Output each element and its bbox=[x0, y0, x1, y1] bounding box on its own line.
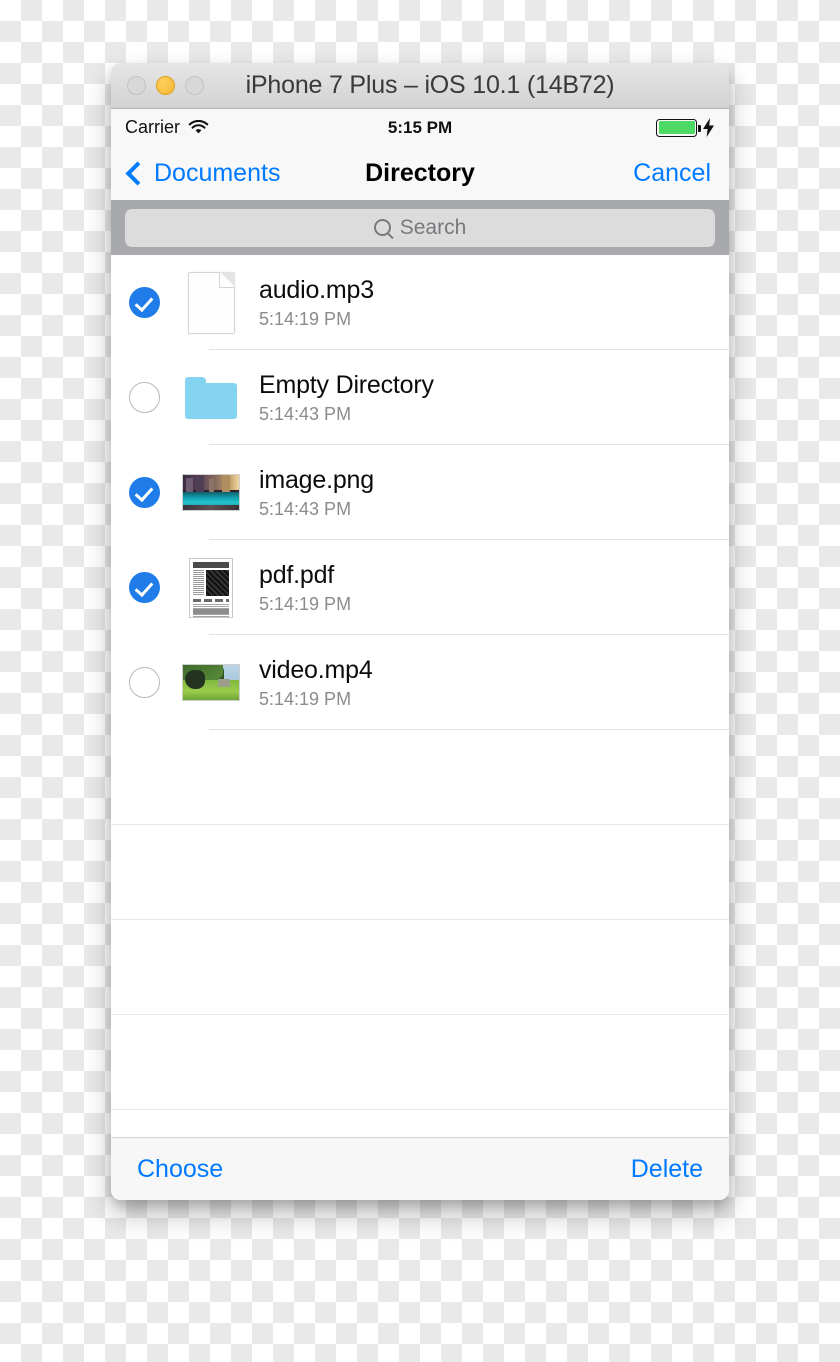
search-icon bbox=[373, 219, 391, 236]
row-checkbox-unchecked[interactable] bbox=[129, 382, 160, 413]
status-bar: Carrier 5:15 PM bbox=[111, 109, 729, 146]
row-checkbox-unchecked[interactable] bbox=[129, 667, 160, 698]
file-name: image.png bbox=[259, 465, 374, 494]
close-button[interactable] bbox=[127, 76, 146, 95]
video-thumbnail bbox=[182, 664, 240, 701]
bottom-toolbar: Choose Delete bbox=[111, 1137, 729, 1200]
file-date: 5:14:19 PM bbox=[259, 688, 352, 709]
empty-list-row bbox=[111, 730, 729, 825]
file-date: 5:14:19 PM bbox=[259, 593, 352, 614]
traffic-light-group bbox=[127, 76, 204, 95]
image-thumbnail bbox=[182, 474, 240, 511]
minimize-button[interactable] bbox=[156, 76, 175, 95]
window-titlebar[interactable]: iPhone 7 Plus – iOS 10.1 (14B72) bbox=[111, 63, 729, 109]
document-icon bbox=[187, 271, 235, 334]
empty-list-row bbox=[111, 920, 729, 1015]
file-name: video.mp4 bbox=[259, 655, 373, 684]
file-labels: video.mp4 5:14:19 PM bbox=[259, 656, 729, 710]
file-icon-wrapper bbox=[182, 363, 240, 433]
row-checkbox-checked[interactable] bbox=[129, 477, 160, 508]
file-date: 5:14:43 PM bbox=[259, 498, 352, 519]
search-input[interactable]: Search bbox=[125, 208, 715, 247]
file-name: pdf.pdf bbox=[259, 560, 335, 589]
file-list: audio.mp3 5:14:19 PM Empty Directory 5:1… bbox=[111, 255, 729, 1137]
battery-icon bbox=[656, 118, 701, 137]
folder-icon bbox=[185, 376, 237, 419]
file-icon-wrapper bbox=[182, 648, 240, 718]
navigation-bar: Documents Directory Cancel bbox=[111, 146, 729, 200]
file-icon-wrapper bbox=[182, 553, 240, 623]
file-labels: Empty Directory 5:14:43 PM bbox=[259, 371, 729, 425]
list-item[interactable]: Empty Directory 5:14:43 PM bbox=[111, 350, 729, 445]
zoom-button[interactable] bbox=[185, 76, 204, 95]
file-date: 5:14:43 PM bbox=[259, 403, 352, 424]
row-checkbox-checked[interactable] bbox=[129, 572, 160, 603]
status-bar-right bbox=[656, 118, 715, 137]
back-button[interactable]: Documents bbox=[125, 158, 281, 188]
chevron-left-icon bbox=[125, 160, 150, 186]
simulator-window: iPhone 7 Plus – iOS 10.1 (14B72) Carrier… bbox=[111, 63, 729, 1200]
file-labels: audio.mp3 5:14:19 PM bbox=[259, 276, 729, 330]
list-item[interactable]: video.mp4 5:14:19 PM bbox=[111, 635, 729, 730]
file-name: audio.mp3 bbox=[259, 275, 374, 304]
empty-list-row bbox=[111, 1015, 729, 1110]
back-button-label: Documents bbox=[154, 158, 281, 187]
row-checkbox-checked[interactable] bbox=[129, 287, 160, 318]
search-bar: Search bbox=[111, 200, 729, 255]
list-item[interactable]: image.png 5:14:43 PM bbox=[111, 445, 729, 540]
empty-list-row bbox=[111, 825, 729, 920]
delete-button[interactable]: Delete bbox=[631, 1155, 703, 1184]
choose-button[interactable]: Choose bbox=[137, 1155, 223, 1184]
lightning-bolt-icon bbox=[703, 118, 714, 137]
file-icon-wrapper bbox=[182, 268, 240, 338]
status-bar-time: 5:15 PM bbox=[387, 117, 453, 137]
list-item[interactable]: audio.mp3 5:14:19 PM bbox=[111, 255, 729, 350]
search-placeholder: Search bbox=[399, 215, 467, 239]
file-icon-wrapper bbox=[182, 458, 240, 528]
file-labels: pdf.pdf 5:14:19 PM bbox=[259, 561, 729, 615]
file-labels: image.png 5:14:43 PM bbox=[259, 466, 729, 520]
device-screen: Carrier 5:15 PM Documents Directory Canc… bbox=[111, 109, 729, 1200]
cancel-button[interactable]: Cancel bbox=[633, 159, 711, 188]
pdf-thumbnail bbox=[189, 557, 233, 618]
file-name: Empty Directory bbox=[259, 370, 434, 399]
file-date: 5:14:19 PM bbox=[259, 308, 352, 329]
list-item[interactable]: pdf.pdf 5:14:19 PM bbox=[111, 540, 729, 635]
